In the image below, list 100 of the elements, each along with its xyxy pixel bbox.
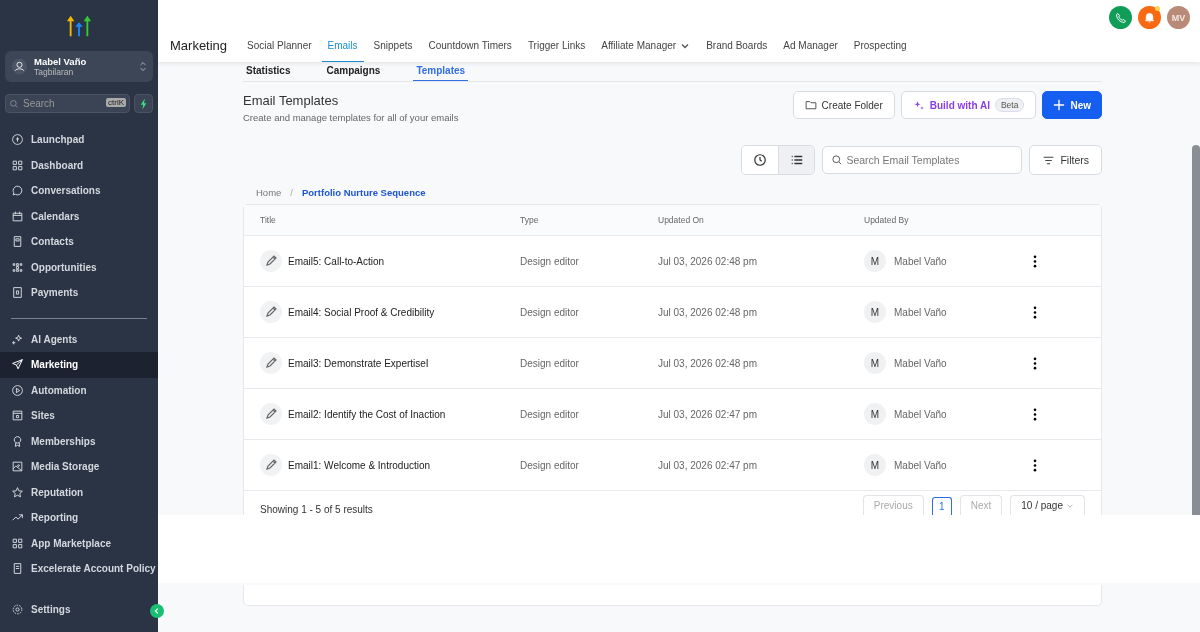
table-cell-text: Jul 03, 2026 02:48 pm [658, 255, 758, 267]
sidebar-item[interactable]: Conversations [0, 178, 158, 204]
column-header: Updated On [658, 215, 705, 225]
column-header: Title [260, 215, 277, 225]
sidebar-item[interactable]: Contacts [0, 229, 158, 255]
table-cell: Mabel Vaño [894, 255, 947, 267]
breadcrumb-separator: / [290, 187, 293, 198]
sidebar-item[interactable]: Sites [0, 403, 158, 429]
chevron-left-icon [153, 607, 161, 615]
sidebar-item[interactable]: Payments [0, 280, 158, 306]
image-icon [11, 460, 24, 474]
page-button[interactable]: 1 [931, 497, 952, 515]
nav-tab[interactable]: Brand Boards [706, 40, 768, 62]
sidebar-item[interactable]: Reputation [0, 479, 158, 505]
sub-tab[interactable]: Statistics [243, 65, 294, 81]
template-title[interactable]: Email4: Social Proof & Credibility [288, 306, 435, 318]
sidebar-item[interactable]: Launchpad [0, 127, 158, 153]
quick-action-button[interactable] [134, 94, 153, 113]
nav-tab[interactable]: Emails [321, 40, 364, 62]
grid-icon [11, 536, 24, 550]
table-cell-text: Design editor [520, 357, 580, 369]
phone-button[interactable] [1109, 6, 1132, 29]
table-cell: Mabel Vaño [894, 408, 947, 420]
new-button[interactable]: New [1042, 91, 1102, 119]
sidebar-item[interactable]: Marketing [0, 352, 158, 378]
chevron-updown-icon [139, 60, 147, 73]
nav-tab[interactable]: Trigger Links [527, 40, 586, 62]
create-folder-button[interactable]: Create Folder [792, 91, 895, 119]
send-icon [11, 358, 24, 372]
breadcrumb-link[interactable]: Home [256, 187, 282, 198]
user-initial-avatar: M [864, 301, 886, 323]
kebab-icon [1033, 356, 1037, 370]
sidebar-item[interactable]: Media Storage [0, 454, 158, 480]
user-initial-avatar: M [864, 454, 886, 476]
sub-tab[interactable]: Templates [413, 65, 469, 81]
calendar-icon [11, 209, 24, 223]
template-title[interactable]: Email1: Welcome & Introduction [288, 459, 431, 471]
table-cell-text: Design editor [520, 255, 580, 267]
table-cell-text: Jul 03, 2026 02:48 pm [658, 357, 758, 369]
settings-item[interactable]: Settings [0, 596, 79, 622]
beta-badge: Beta [994, 98, 1025, 112]
account-location: Tagbilaran [34, 67, 75, 77]
pencil-icon [260, 301, 282, 323]
sidebar-item[interactable]: Automation [0, 377, 158, 403]
plus-icon [1053, 99, 1066, 111]
section-subtitle: Create and manage templates for all of your emails [243, 112, 459, 123]
sidebar-item[interactable]: Opportunities [0, 254, 158, 280]
search-icon [831, 154, 844, 166]
account-name: Mabel Vaño [34, 56, 88, 67]
clock-icon [753, 153, 768, 167]
search-icon [9, 99, 19, 109]
play-icon [11, 383, 24, 397]
launchpad-icon [11, 133, 24, 147]
notifications-button[interactable] [1138, 6, 1161, 29]
grid-icon [11, 158, 24, 172]
pencil-icon [260, 352, 282, 374]
filters-button[interactable]: Filters [1029, 145, 1102, 175]
kebab-icon [1033, 407, 1037, 421]
nav-tab[interactable]: Countdown Timers [428, 40, 512, 62]
award-icon [11, 434, 24, 448]
sidebar-item[interactable]: Reporting [0, 505, 158, 531]
sub-tab[interactable]: Campaigns [323, 65, 384, 81]
template-search-field[interactable]: Search Email Templates [822, 146, 1023, 174]
nav-tab[interactable]: Prospecting [853, 40, 907, 62]
nav-tab[interactable]: Ad Manager [783, 40, 838, 62]
user-initial-avatar: M [864, 250, 886, 272]
sidebar-item[interactable]: Excelerate Account Policy [0, 556, 158, 582]
user-initial-avatar: M [864, 403, 886, 425]
collapse-button[interactable] [150, 604, 164, 618]
table-cell-text: Jul 03, 2026 02:48 pm [658, 306, 758, 318]
recent-view-button[interactable] [742, 146, 779, 174]
results-summary: Showing 1 - 5 of 5 results [260, 504, 373, 515]
column-header: Updated By [864, 215, 910, 225]
per-page-select[interactable]: 10 / page [1010, 495, 1085, 515]
table-cell-text: Design editor [520, 459, 580, 471]
sidebar-item[interactable]: Memberships [0, 428, 158, 454]
column-header: Type [520, 215, 540, 225]
chat-icon [11, 184, 24, 198]
build-with-ai-button[interactable]: Build with AI Beta [900, 91, 1037, 119]
table-cell: Mabel Vaño [894, 357, 947, 369]
doc-icon [11, 562, 24, 576]
table-cell-text: Design editor [520, 306, 580, 318]
nav-tab[interactable]: Affiliate Manager [601, 40, 691, 62]
sidebar-item[interactable]: Dashboard [0, 152, 158, 178]
table-cell-text: Design editor [520, 408, 580, 420]
sidebar-item[interactable]: Calendars [0, 203, 158, 229]
account-switcher[interactable]: Mabel Vaño Tagbilaran [5, 51, 153, 82]
nav-tab[interactable]: Snippets [373, 40, 413, 62]
template-title[interactable]: Email3: Demonstrate ExpertiseI [288, 357, 429, 369]
template-title[interactable]: Email5: Call-to-Action [288, 255, 385, 267]
pencil-icon [260, 454, 282, 476]
bolt-icon [139, 97, 148, 110]
sidebar-item[interactable]: AI Agents [0, 326, 158, 352]
nav-tab[interactable]: Social Planner [247, 40, 312, 62]
table-cell: Mabel Vaño [894, 306, 947, 318]
template-title[interactable]: Email2: Identify the Cost of Inaction [288, 408, 446, 420]
sidebar-item[interactable]: App Marketplace [0, 530, 158, 556]
pencil-icon [260, 403, 282, 425]
breadcrumb-current[interactable]: Portfolio Nurture Sequence [302, 187, 426, 198]
list-view-button[interactable] [778, 146, 815, 174]
